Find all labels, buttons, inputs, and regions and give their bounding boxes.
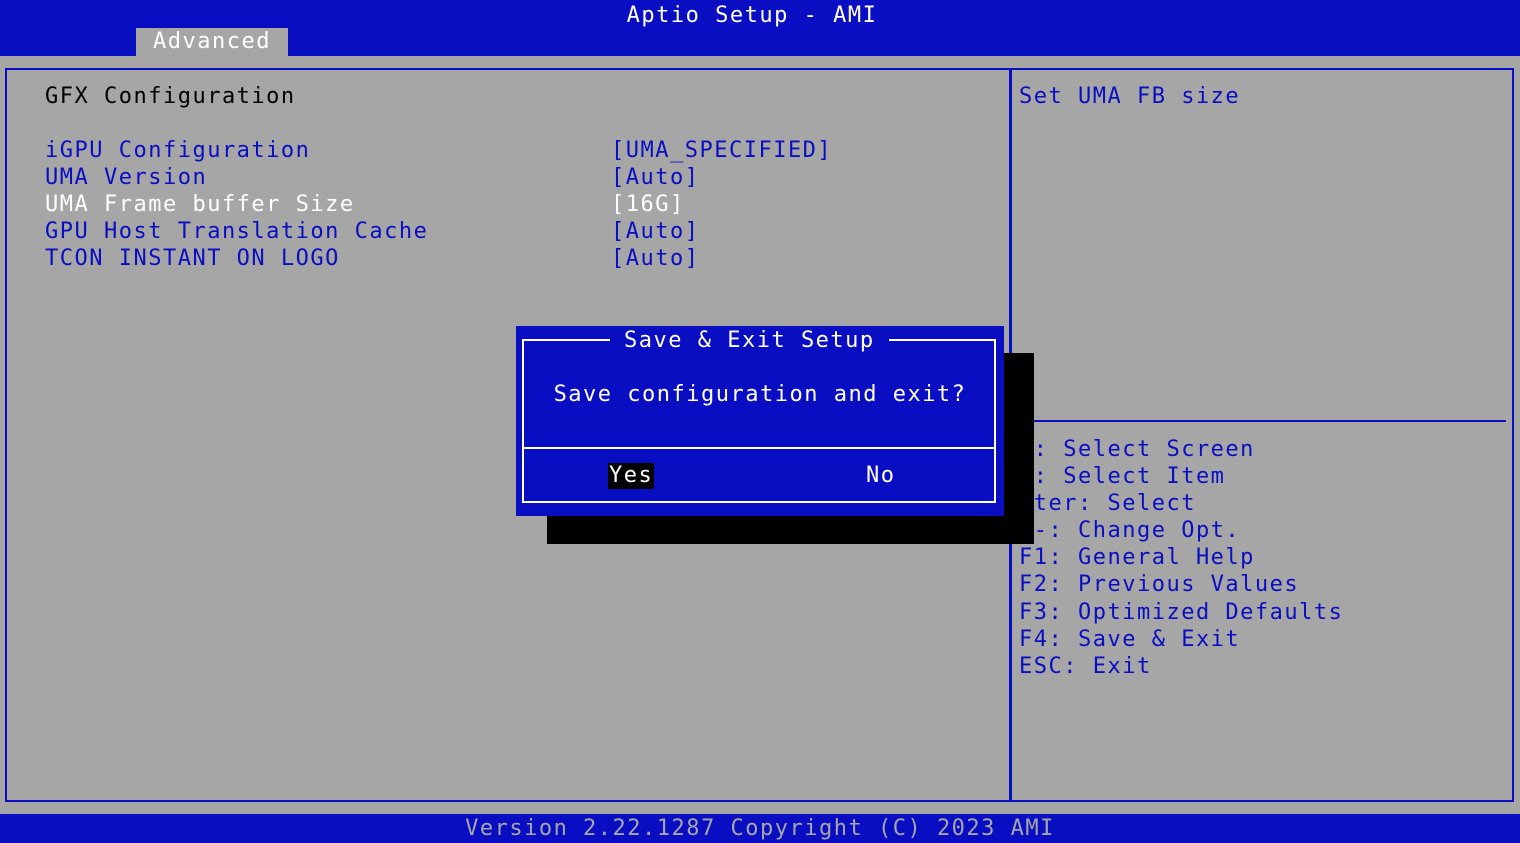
no-button[interactable]: No	[866, 463, 896, 489]
setting-gpu-host-translation-cache[interactable]: GPU Host Translation Cache [Auto]	[45, 218, 945, 245]
save-exit-dialog: Save & Exit Setup Save configuration and…	[516, 326, 1004, 516]
dialog-separator	[524, 447, 996, 449]
setting-value[interactable]: [UMA_SPECIFIED]	[611, 137, 832, 164]
tab-advanced[interactable]: Advanced	[136, 28, 288, 56]
key-hint: ESC: Exit	[1019, 653, 1152, 679]
setting-label: TCON INSTANT ON LOGO	[45, 246, 340, 271]
key-hint: ↓: Select Item	[1019, 464, 1226, 490]
key-hint: F1: General Help	[1019, 545, 1255, 571]
help-divider	[1012, 420, 1506, 422]
app-title: Aptio Setup - AMI	[626, 3, 878, 28]
key-hint: nter: Select	[1019, 491, 1196, 517]
help-description: Set UMA FB size	[1019, 84, 1241, 109]
setting-uma-version[interactable]: UMA Version [Auto]	[45, 164, 945, 191]
key-hint: F2: Previous Values	[1019, 572, 1300, 598]
dialog-title: Save & Exit Setup	[610, 327, 889, 355]
key-hint: /-: Change Opt.	[1019, 518, 1241, 544]
setting-label: UMA Version	[45, 165, 208, 190]
setting-value[interactable]: [16G]	[611, 191, 685, 218]
setting-label: GPU Host Translation Cache	[45, 219, 429, 244]
yes-button[interactable]: Yes	[608, 463, 655, 489]
footer-bar: Version 2.22.1287 Copyright (C) 2023 AMI	[0, 814, 1520, 843]
setting-value[interactable]: [Auto]	[611, 245, 699, 272]
key-hint: F4: Save & Exit	[1019, 626, 1241, 652]
setting-tcon-instant-on-logo[interactable]: TCON INSTANT ON LOGO [Auto]	[45, 245, 945, 272]
setting-igpu-configuration[interactable]: iGPU Configuration [UMA_SPECIFIED]	[45, 137, 945, 164]
setting-label: UMA Frame buffer Size	[45, 192, 355, 217]
top-bar: Aptio Setup - AMI Advanced	[0, 0, 1520, 56]
version-text: Version 2.22.1287 Copyright (C) 2023 AMI	[465, 816, 1055, 841]
key-hint: F3: Optimized Defaults	[1019, 599, 1344, 625]
key-hint: ←: Select Screen	[1019, 437, 1255, 462]
bios-screen: Aptio Setup - AMI Advanced GFX Configura…	[0, 0, 1520, 843]
dialog-border	[522, 339, 996, 503]
setting-value[interactable]: [Auto]	[611, 218, 699, 245]
key-legend: ←: Select Screen ↓: Select Item nter: Se…	[1019, 436, 1343, 680]
setting-value[interactable]: [Auto]	[611, 164, 699, 191]
section-title: GFX Configuration	[45, 84, 296, 109]
dialog-message: Save configuration and exit?	[553, 382, 967, 407]
setting-uma-frame-buffer-size[interactable]: UMA Frame buffer Size [16G]	[45, 191, 945, 218]
setting-label: iGPU Configuration	[45, 138, 311, 163]
